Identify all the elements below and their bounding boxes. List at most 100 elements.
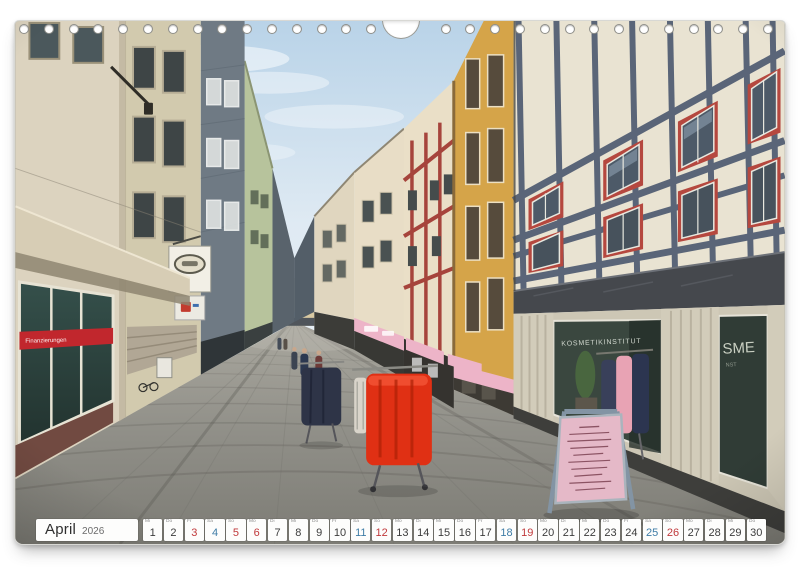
day-number: 23 [601,527,620,539]
binding-hole [69,24,79,34]
weekday-abbrev: Di [270,519,275,524]
calendar-day-cell: Di 14 [414,519,433,541]
weekday-abbrev: Sa [207,519,213,524]
weekday-abbrev: Mo [540,519,547,524]
calendar-product-image: Finanzierungen [0,0,800,577]
calendar-day-cell: So 26 [663,519,682,541]
day-number: 16 [455,527,474,539]
day-number: 29 [726,527,745,539]
binding-hole [540,24,550,34]
calendar-day-cell: Sa 18 [497,519,516,541]
weekday-abbrev: Mi [436,519,441,524]
day-number: 1 [143,527,162,539]
day-number: 18 [497,527,516,539]
weekday-abbrev: Do [603,519,609,524]
weekday-abbrev: Fr [332,519,337,524]
month-year: 2026 [82,521,104,542]
binding-hole [168,24,178,34]
binding-hole [267,24,277,34]
day-number: 8 [289,527,308,539]
day-number: 7 [268,527,287,539]
binding-hole [689,24,699,34]
month-bar: April 2026 [36,519,138,541]
weekday-abbrev: Do [166,519,172,524]
month-name: April [45,519,76,540]
day-number: 12 [372,527,391,539]
calendar-day-cell: Mi 29 [726,519,745,541]
weekday-abbrev: So [374,519,380,524]
binding-hole [664,24,674,34]
day-number: 14 [414,527,433,539]
street-photo: Finanzierungen [15,21,785,544]
day-number: 13 [393,527,412,539]
weekday-abbrev: Do [749,519,755,524]
weekday-abbrev: Sa [645,519,651,524]
calendar-day-cell: Do 16 [455,519,474,541]
day-strip: Mi 1 Do 2 Fr 3 Sa 4 So 5 Mo 6 Di 7 Mi 8 … [143,519,766,541]
day-number: 10 [330,527,349,539]
day-number: 17 [476,527,495,539]
day-number: 11 [351,527,370,539]
weekday-abbrev: Mo [249,519,256,524]
calendar-day-cell: Mi 15 [434,519,453,541]
binding-hole [565,24,575,34]
day-number: 6 [247,527,266,539]
weekday-abbrev: Fr [187,519,192,524]
calendar-day-cell: Fr 17 [476,519,495,541]
weekday-abbrev: Di [416,519,421,524]
weekday-abbrev: Do [312,519,318,524]
calendar-day-cell: Mi 8 [289,519,308,541]
binding-hole [19,24,29,34]
calendar-day-cell: So 5 [226,519,245,541]
calendar-day-cell: Di 7 [268,519,287,541]
weekday-abbrev: Mi [728,519,733,524]
weekday-abbrev: Sa [353,519,359,524]
weekday-abbrev: Do [457,519,463,524]
calendar-day-cell: Do 30 [747,519,766,541]
calendar-day-cell: Di 28 [705,519,724,541]
calendar-page: Finanzierungen [14,20,786,545]
calendar-day-cell: Fr 10 [330,519,349,541]
calendar-day-cell: Mi 1 [143,519,162,541]
binding-hole [763,24,773,34]
calendar-day-cell: Mi 22 [580,519,599,541]
day-number: 5 [226,527,245,539]
day-number: 25 [643,527,662,539]
day-number: 22 [580,527,599,539]
calendar-day-cell: Di 21 [559,519,578,541]
binding-hole [639,24,649,34]
day-number: 26 [663,527,682,539]
weekday-abbrev: Mo [686,519,693,524]
calendar-day-cell: Fr 3 [185,519,204,541]
calendar-day-cell: Do 9 [310,519,329,541]
binding-hole [44,24,54,34]
day-number: 19 [518,527,537,539]
calendar-day-cell: Do 2 [164,519,183,541]
weekday-abbrev: So [520,519,526,524]
weekday-abbrev: Mo [395,519,402,524]
day-number: 24 [622,527,641,539]
day-number: 2 [164,527,183,539]
weekday-abbrev: Di [707,519,712,524]
day-number: 28 [705,527,724,539]
calendar-day-cell: Sa 25 [643,519,662,541]
weekday-abbrev: So [228,519,234,524]
calendar-day-cell: Mo 27 [684,519,703,541]
calendar-day-cell: So 19 [518,519,537,541]
weekday-abbrev: So [665,519,671,524]
calendar-day-cell: Mo 13 [393,519,412,541]
weekday-abbrev: Mi [582,519,587,524]
binding-hole [143,24,153,34]
calendar-day-cell: Fr 24 [622,519,641,541]
weekday-abbrev: Fr [478,519,483,524]
calendar-day-cell: So 12 [372,519,391,541]
weekday-abbrev: Mi [291,519,296,524]
calendar-day-cell: Mo 6 [247,519,266,541]
binding-hole [292,24,302,34]
day-number: 21 [559,527,578,539]
binding-hole [317,24,327,34]
binding-hole [193,24,203,34]
calendar-day-cell: Sa 11 [351,519,370,541]
day-number: 4 [205,527,224,539]
calendar-day-cell: Sa 4 [205,519,224,541]
